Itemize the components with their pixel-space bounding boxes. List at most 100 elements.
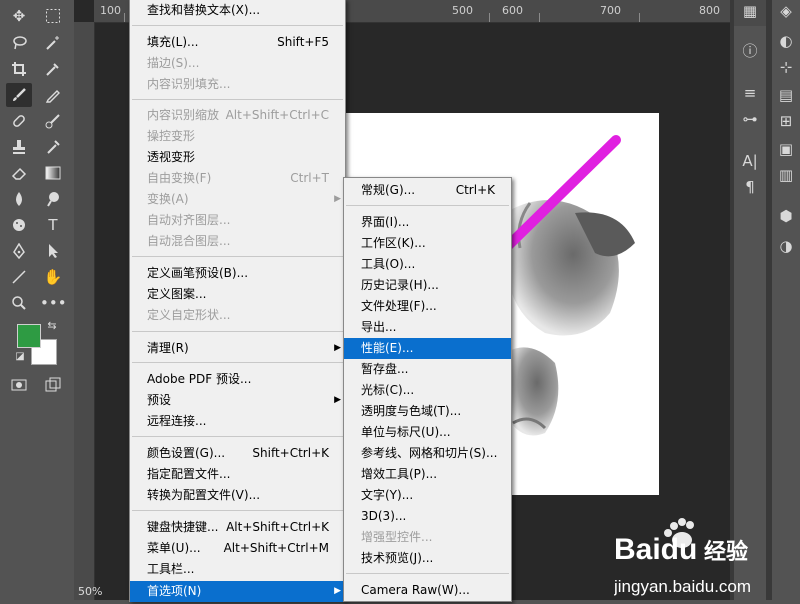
brush-settings-icon[interactable]: ≡ [739,82,761,104]
baidu-jingyan-watermark: Baidu 经验 jingyan.baidu.com [613,512,800,600]
menu-item[interactable]: 透视变形 [130,147,345,168]
menu-item-label: 颜色设置(G)... [147,446,226,460]
properties-panel-icon[interactable]: ◑ [775,235,797,257]
menu-item[interactable]: 暂存盘... [344,359,511,380]
menu-item-label: 增强型控件... [361,530,433,544]
menu-item[interactable]: 转换为配置文件(V)... [130,485,345,506]
menu-item: 内容识别填充... [130,74,345,95]
paragraph-panel-icon[interactable]: ¶ [739,176,761,198]
menu-item[interactable]: 清理(R) ▶ [130,338,345,359]
menu-item: 操控变形 [130,126,345,147]
menu-item-label: 界面(I)... [361,215,410,229]
menu-item[interactable]: 预设 ▶ [130,390,345,411]
menu-item[interactable]: 透明度与色域(T)... [344,401,511,422]
menu-item[interactable]: 技术预览(J)... [344,548,511,569]
menu-item[interactable]: 3D(3)... [344,506,511,527]
menu-item[interactable]: 增效工具(P)... [344,464,511,485]
menu-item: 增强型控件... [344,527,511,548]
menu-item-label: 工作区(K)... [361,236,426,250]
menu-item-label: Adobe PDF 预设... [147,372,252,386]
menu-item[interactable]: 菜单(U)... Alt+Shift+Ctrl+M [130,538,345,559]
menu-separator [132,510,343,511]
menu-item[interactable]: 界面(I)... [344,212,511,233]
info-panel-icon[interactable]: ⓘ [739,40,761,62]
layers-panel-icon[interactable]: ◈ [775,0,797,22]
watermark-brand: Baidu [614,533,697,566]
watermark-url: jingyan.baidu.com [614,577,751,596]
menu-item-label: 增效工具(P)... [361,467,438,481]
menu-item[interactable]: 填充(L)... Shift+F5 [130,32,345,53]
menu-item-label: 参考线、网格和切片(S)... [361,446,498,460]
menu-item: 变换(A) ▶ [130,189,345,210]
menu-item[interactable]: 工作区(K)... [344,233,511,254]
menu-separator [132,436,343,437]
menu-item[interactable]: Camera Raw(W)... [344,580,511,601]
menu-separator [132,99,343,100]
menu-item[interactable]: 文字(Y)... [344,485,511,506]
adjustments-panel-icon[interactable]: ⊶ [739,108,761,130]
menu-item[interactable]: 常规(G)... Ctrl+K [344,180,511,201]
grid-panel-icon[interactable]: ⊞ [775,110,797,132]
menu-item[interactable]: 首选项(N) ▶ [130,581,345,602]
3d-panel-icon[interactable]: ⬢ [775,205,797,227]
menu-item[interactable]: 定义图案... [130,284,345,305]
menu-item[interactable]: 导出... [344,317,511,338]
panel-column-2: ◈ ◐ ⊹ ▤ ⊞ ▣ ▥ ⬢ ◑ [772,0,800,600]
menu-item[interactable]: 远程连接... [130,411,345,432]
menu-item-label: 定义自定形状... [147,308,231,322]
menu-item-label: 常规(G)... [361,183,416,197]
menu-item-shortcut: Shift+Ctrl+K [252,446,329,460]
swatches-panel-icon[interactable]: ⊹ [775,56,797,78]
patterns-panel-icon[interactable]: ▥ [775,164,797,186]
character-panel-icon[interactable]: A| [739,150,761,172]
watermark-cn: 经验 [704,539,748,565]
right-panel-dock: ▦ ⓘ ≡ ⊶ A| ¶ ◈ ◐ ⊹ ▤ ⊞ ▣ ▥ ⬢ ◑ [730,0,800,600]
menu-item-label: 性能(E)... [361,341,414,355]
menu-item-label: 自由变换(F) [147,171,212,185]
menu-item-label: 定义画笔预设(B)... [147,266,249,280]
menu-item-label: 暂存盘... [361,362,409,376]
menu-item[interactable]: 单位与标尺(U)... [344,422,511,443]
menu-item[interactable]: 查找和替换文本(X)... [130,0,345,21]
menu-item-shortcut: Ctrl+T [290,171,329,185]
menu-item-label: 键盘快捷键... [147,520,219,534]
menu-item[interactable]: 指定配置文件... [130,464,345,485]
menu-item-shortcut: Ctrl+K [455,183,495,197]
menu-item-label: 自动混合图层... [147,234,231,248]
menu-item[interactable]: 颜色设置(G)... Shift+Ctrl+K [130,443,345,464]
menu-item[interactable]: 光标(C)... [344,380,511,401]
menu-item[interactable]: 参考线、网格和切片(S)... [344,443,511,464]
menu-item[interactable]: 文件处理(F)... [344,296,511,317]
menu-item[interactable]: 键盘快捷键... Alt+Shift+Ctrl+K [130,517,345,538]
gradients-panel-icon[interactable]: ▣ [775,138,797,160]
menu-item-label: 描边(S)... [147,56,200,70]
menu-item-shortcut: Alt+Shift+Ctrl+C [225,108,329,122]
menu-separator [132,256,343,257]
menu-item-label: 转换为配置文件(V)... [147,488,261,502]
menu-item-label: 透视变形 [147,150,196,164]
menu-item[interactable]: Adobe PDF 预设... [130,369,345,390]
menu-item[interactable]: 工具(O)... [344,254,511,275]
channels-panel-icon[interactable]: ▤ [775,84,797,106]
menu-item-label: 内容识别填充... [147,77,231,91]
menu-item-label: 操控变形 [147,129,196,143]
menu-separator [132,362,343,363]
menu-item-label: 历史记录(H)... [361,278,439,292]
menu-item[interactable]: 定义画笔预设(B)... [130,263,345,284]
menu-item-label: 远程连接... [147,414,207,428]
menu-item-shortcut: Alt+Shift+Ctrl+K [226,520,329,534]
menu-item-label: 填充(L)... [147,35,199,49]
menu-item-label: 单位与标尺(U)... [361,425,451,439]
edit-menu: 查找和替换文本(X)... 填充(L)... Shift+F5 描边(S)... 内容识… [129,0,346,602]
menu-item-label: 查找和替换文本(X)... [147,3,261,17]
menu-separator [132,331,343,332]
menu-item: 定义自定形状... [130,305,345,326]
menu-item[interactable]: 性能(E)... [344,338,511,359]
history-panel-icon[interactable]: ▦ [739,0,761,22]
menu-item[interactable]: 工具栏... [130,559,345,580]
color-panel-icon[interactable]: ◐ [775,30,797,52]
menu-item-shortcut: Alt+Shift+Ctrl+M [223,541,329,555]
menu-item[interactable]: 历史记录(H)... [344,275,511,296]
submenu-arrow-icon: ▶ [334,395,341,405]
panel-column-1: ▦ ⓘ ≡ ⊶ A| ¶ [734,0,766,600]
